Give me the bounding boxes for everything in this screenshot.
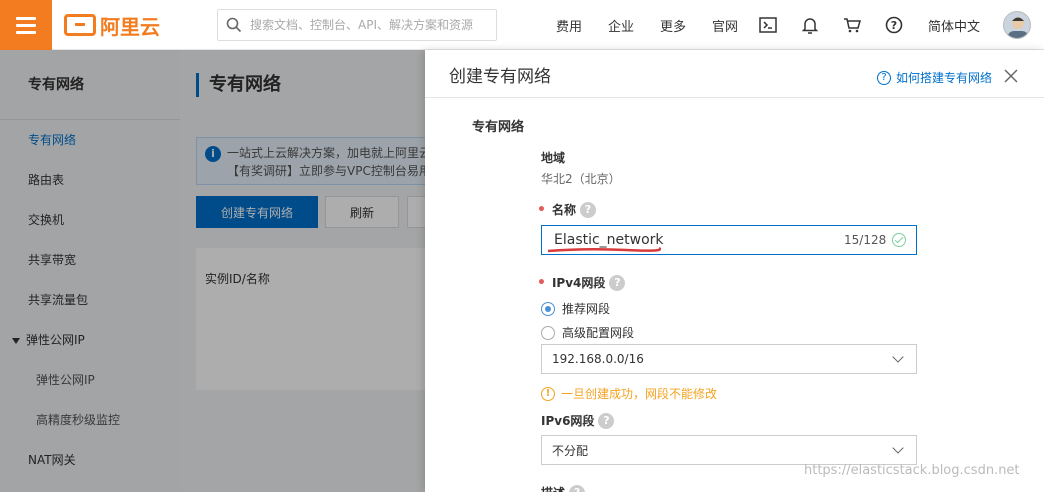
section-title: 专有网络 [472, 120, 525, 135]
ipv6-label: IPv6网段 ? [541, 412, 615, 429]
ipv4-label-text: IPv4网段 [551, 276, 606, 290]
question-icon[interactable]: ? [598, 412, 615, 429]
ipv6-label-text: IPv6网段 [541, 414, 595, 428]
cart-icon[interactable] [842, 15, 862, 35]
top-nav-icons: ? [758, 0, 904, 50]
radio-checked-icon[interactable] [541, 301, 555, 316]
nav-link-more[interactable]: 更多 [660, 16, 686, 35]
ipv4-warning-text: 一旦创建成功，网段不能修改 [561, 387, 718, 401]
top-nav-links: 费用 企业 更多 官网 [556, 0, 764, 50]
ipv4-label: • IPv4网段 ? [537, 274, 626, 291]
search-box[interactable] [217, 9, 497, 41]
help-link[interactable]: ? 如何搭建专有网络 [877, 69, 992, 86]
drawer-title: 创建专有网络 [449, 67, 551, 87]
radio-unchecked-icon[interactable] [541, 325, 555, 340]
required-dot: • [537, 201, 546, 218]
name-char-counter: 15/128 [844, 233, 887, 247]
terminal-icon[interactable] [758, 15, 778, 35]
help-icon[interactable]: ? [884, 15, 904, 35]
bell-icon[interactable] [800, 15, 820, 35]
ipv6-select[interactable]: 不分配 [541, 435, 917, 465]
nav-link-fees[interactable]: 费用 [556, 16, 582, 35]
chevron-down-icon [892, 442, 904, 454]
question-icon[interactable]: ? [569, 484, 586, 492]
close-icon[interactable] [1003, 68, 1019, 84]
region-value: 华北2（北京） [541, 172, 621, 186]
region-label-text: 地域 [541, 151, 566, 165]
name-input[interactable] [554, 232, 844, 248]
watermark: https://elasticstack.blog.csdn.net [804, 463, 1020, 478]
chevron-down-icon [892, 351, 904, 363]
check-circle-icon [892, 233, 907, 247]
radio-advanced-label: 高级配置网段 [562, 326, 635, 340]
svg-text:?: ? [891, 19, 897, 32]
search-input[interactable] [250, 18, 490, 32]
logo[interactable]: 阿里云 [64, 11, 160, 39]
ipv4-warning: ! 一旦创建成功，网段不能修改 [541, 385, 717, 402]
ipv6-value: 不分配 [552, 443, 589, 458]
search-icon [226, 17, 242, 33]
ipv4-cidr-value: 192.168.0.0/16 [552, 352, 644, 366]
warning-icon: ! [541, 386, 555, 401]
aliyun-logo-icon [64, 14, 96, 36]
top-navbar: 阿里云 费用 企业 更多 官网 ? 简体中文 [0, 0, 1044, 50]
radio-recommended[interactable]: 推荐网段 [541, 300, 610, 317]
red-underline-annotation [547, 247, 661, 253]
modal-overlay[interactable] [0, 50, 425, 492]
region-label: 地域 [541, 149, 565, 166]
help-link-label: 如何搭建专有网络 [896, 71, 993, 85]
create-vpc-drawer: 创建专有网络 ? 如何搭建专有网络 专有网络 地域 华北2（北京） • 名称 ?… [425, 50, 1044, 492]
logo-text: 阿里云 [100, 14, 160, 39]
nav-link-official-site[interactable]: 官网 [712, 16, 738, 35]
required-dot: • [537, 274, 546, 291]
menu-icon[interactable] [0, 0, 52, 50]
question-circle-icon: ? [877, 70, 891, 85]
ipv4-cidr-select[interactable]: 192.168.0.0/16 [541, 344, 917, 374]
question-icon[interactable]: ? [579, 201, 596, 218]
description-label-text: 描述 [541, 484, 565, 492]
language-switch[interactable]: 简体中文 [928, 16, 980, 35]
nav-link-enterprise[interactable]: 企业 [608, 16, 634, 35]
name-label: • 名称 ? [537, 201, 596, 218]
radio-advanced[interactable]: 高级配置网段 [541, 324, 634, 341]
drawer-header: 创建专有网络 ? 如何搭建专有网络 [425, 50, 1044, 98]
question-icon[interactable]: ? [609, 274, 626, 291]
name-label-text: 名称 [551, 203, 576, 217]
description-label: 描述 ? [541, 484, 586, 492]
avatar[interactable] [1003, 11, 1031, 39]
radio-recommended-label: 推荐网段 [562, 302, 611, 316]
